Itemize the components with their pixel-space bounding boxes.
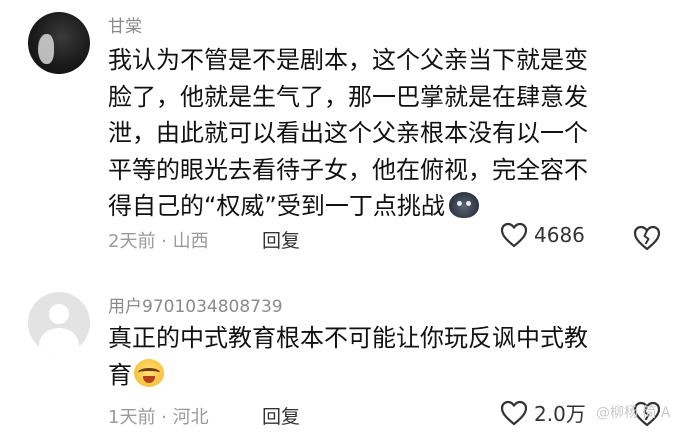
comment-text-line-last: 育	[108, 357, 668, 394]
comment-meta: 2天前 · 山西	[108, 231, 209, 252]
comment-text: 我认为不管是不是剧本，这个父亲当下就是变 脸了，他就是生气了，那一巴掌就是在肆意…	[108, 42, 668, 225]
comment-item: 甘棠 我认为不管是不是剧本，这个父亲当下就是变 脸了，他就是生气了，那一巴掌就是…	[0, 0, 690, 270]
comment-text-line: 脸了，他就是生气了，那一巴掌就是在肆意发	[108, 82, 588, 111]
comment-text-line: 平等的眼光去看待子女，他在俯视，完全容不	[108, 155, 588, 184]
avatar-body-shape	[39, 328, 79, 354]
reply-button[interactable]: 回复	[262, 402, 300, 429]
comment-text: 真正的中式教育根本不可能让你玩反讽中式教 育	[108, 320, 668, 393]
watermark: @柳杨 简 A	[596, 405, 671, 421]
crying-laughing-emoji	[134, 358, 164, 387]
avatar[interactable]	[28, 292, 90, 354]
comment-username[interactable]: 用户9701034808739	[108, 292, 283, 317]
avatar[interactable]	[28, 12, 90, 74]
like-button[interactable]: 4686	[500, 222, 585, 248]
comment-text-line-last: 得自己的“权威”受到一丁点挑战	[108, 188, 668, 225]
comment-text-line: 得自己的“权威”受到一丁点挑战	[108, 192, 445, 220]
heart-outline-icon	[500, 222, 528, 248]
comment-text-line: 我认为不管是不是剧本，这个父亲当下就是变	[108, 46, 588, 74]
comment-text-line: 真正的中式教育根本不可能让你玩反讽中式教	[108, 324, 588, 352]
dark-face-emoji	[448, 192, 479, 218]
comment-text-line: 泄，由此就可以看出这个父亲根本没有以一个	[108, 119, 588, 147]
comment-meta: 1天前 · 河北	[108, 407, 209, 428]
like-button[interactable]: 2.0万	[500, 398, 586, 427]
heart-outline-icon	[500, 400, 528, 425]
avatar-head-shape	[49, 304, 69, 324]
broken-heart-icon[interactable]	[633, 225, 661, 251]
like-count: 2.0万	[534, 402, 586, 426]
comment-item: 用户9701034808739 真正的中式教育根本不可能让你玩反讽中式教 育 1…	[0, 280, 690, 445]
reply-button[interactable]: 回复	[262, 226, 300, 253]
comment-text-line: 育	[108, 360, 132, 389]
like-count: 4686	[534, 223, 585, 247]
comment-username[interactable]: 甘棠	[108, 12, 142, 37]
